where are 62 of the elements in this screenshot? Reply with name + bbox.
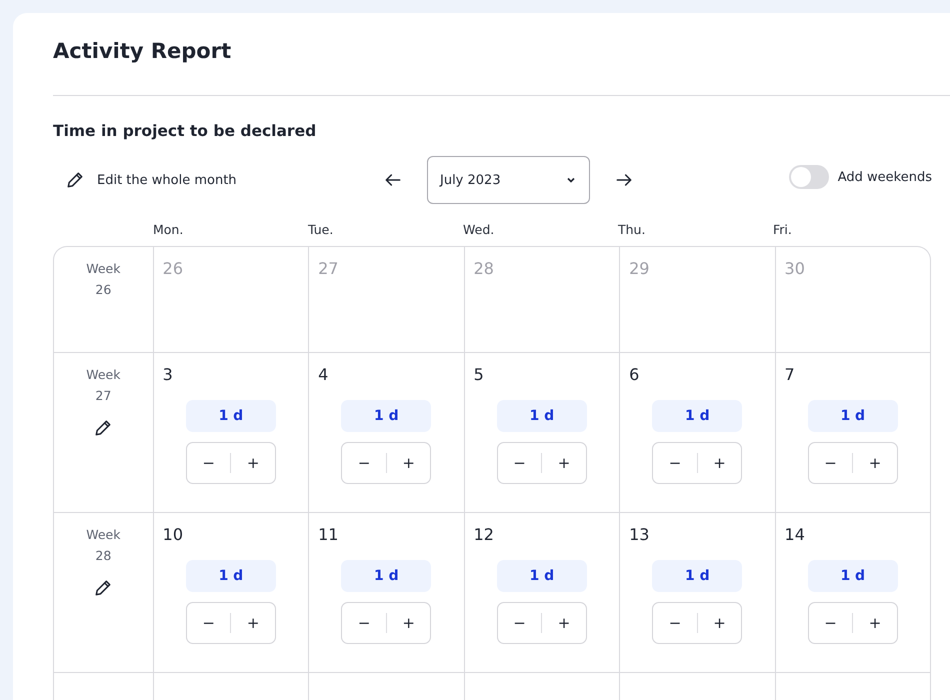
- weekday-heading: Tue.: [308, 222, 334, 239]
- pencil-icon[interactable]: [93, 578, 114, 598]
- decrement-button[interactable]: −: [186, 454, 230, 472]
- day-value-badge: 1 d: [496, 560, 587, 592]
- month-select[interactable]: July 2023: [427, 156, 590, 204]
- day-value-badge: 1 d: [496, 400, 587, 432]
- day-value-badge: 1 d: [808, 400, 898, 432]
- edit-month-button[interactable]: Edit the whole month: [53, 170, 383, 190]
- day-number: 11: [318, 525, 338, 544]
- decrement-button[interactable]: −: [498, 454, 542, 472]
- day-value-badge: 1 d: [652, 560, 742, 592]
- day-number: 27: [318, 259, 338, 278]
- page-title: Activity Report: [53, 39, 232, 65]
- day-value-badge: 1 d: [808, 560, 898, 592]
- day-number: 5: [474, 365, 484, 384]
- increment-button[interactable]: +: [231, 614, 275, 632]
- increment-button[interactable]: +: [386, 454, 430, 472]
- day-number: 29: [629, 259, 650, 278]
- weekday-heading: Wed.: [463, 222, 496, 239]
- day-value-badge: 1 d: [186, 560, 276, 592]
- day-value-badge: 1 d: [186, 400, 276, 432]
- weekday-heading: Mon.: [153, 222, 184, 239]
- day-value-badge: 1 d: [652, 400, 742, 432]
- day-value-badge: 1 d: [341, 560, 432, 592]
- day-number: 6: [629, 365, 640, 384]
- decrement-button[interactable]: −: [342, 614, 386, 632]
- day-number: 4: [318, 365, 328, 384]
- day-number: 30: [784, 259, 805, 278]
- week-label: Week 28: [85, 526, 122, 565]
- section-title: Time in project to be declared: [53, 122, 318, 140]
- decrement-button[interactable]: −: [653, 454, 697, 472]
- day-number: 28: [474, 259, 494, 278]
- decrement-button[interactable]: −: [808, 454, 852, 472]
- weekday-heading: Thu.: [618, 222, 646, 239]
- increment-button[interactable]: +: [542, 454, 586, 472]
- day-number: 7: [784, 365, 795, 384]
- day-number: 26: [162, 259, 184, 278]
- weekday-heading: Fri.: [773, 222, 793, 239]
- increment-button[interactable]: +: [853, 454, 897, 472]
- increment-button[interactable]: +: [853, 614, 897, 632]
- day-number: 14: [784, 525, 805, 544]
- day-number: 12: [474, 525, 494, 544]
- pencil-icon[interactable]: [93, 418, 114, 438]
- toggle-label: Add weekends: [838, 170, 932, 184]
- increment-button[interactable]: +: [698, 454, 742, 472]
- increment-button[interactable]: +: [231, 454, 275, 472]
- weekends-toggle[interactable]: [788, 165, 829, 189]
- increment-button[interactable]: +: [386, 614, 430, 632]
- decrement-button[interactable]: −: [498, 614, 542, 632]
- day-value-badge: 1 d: [341, 400, 432, 432]
- week-label: Week 26: [85, 260, 122, 299]
- decrement-button[interactable]: −: [653, 614, 697, 632]
- increment-button[interactable]: +: [542, 614, 586, 632]
- week-label: Week 27: [85, 366, 122, 405]
- increment-button[interactable]: +: [698, 614, 742, 632]
- decrement-button[interactable]: −: [808, 614, 852, 632]
- decrement-button[interactable]: −: [186, 614, 230, 632]
- pencil-icon: [65, 170, 85, 190]
- day-number: 13: [629, 525, 650, 544]
- day-number: 10: [162, 525, 184, 544]
- decrement-button[interactable]: −: [342, 454, 386, 472]
- day-number: 3: [162, 365, 173, 384]
